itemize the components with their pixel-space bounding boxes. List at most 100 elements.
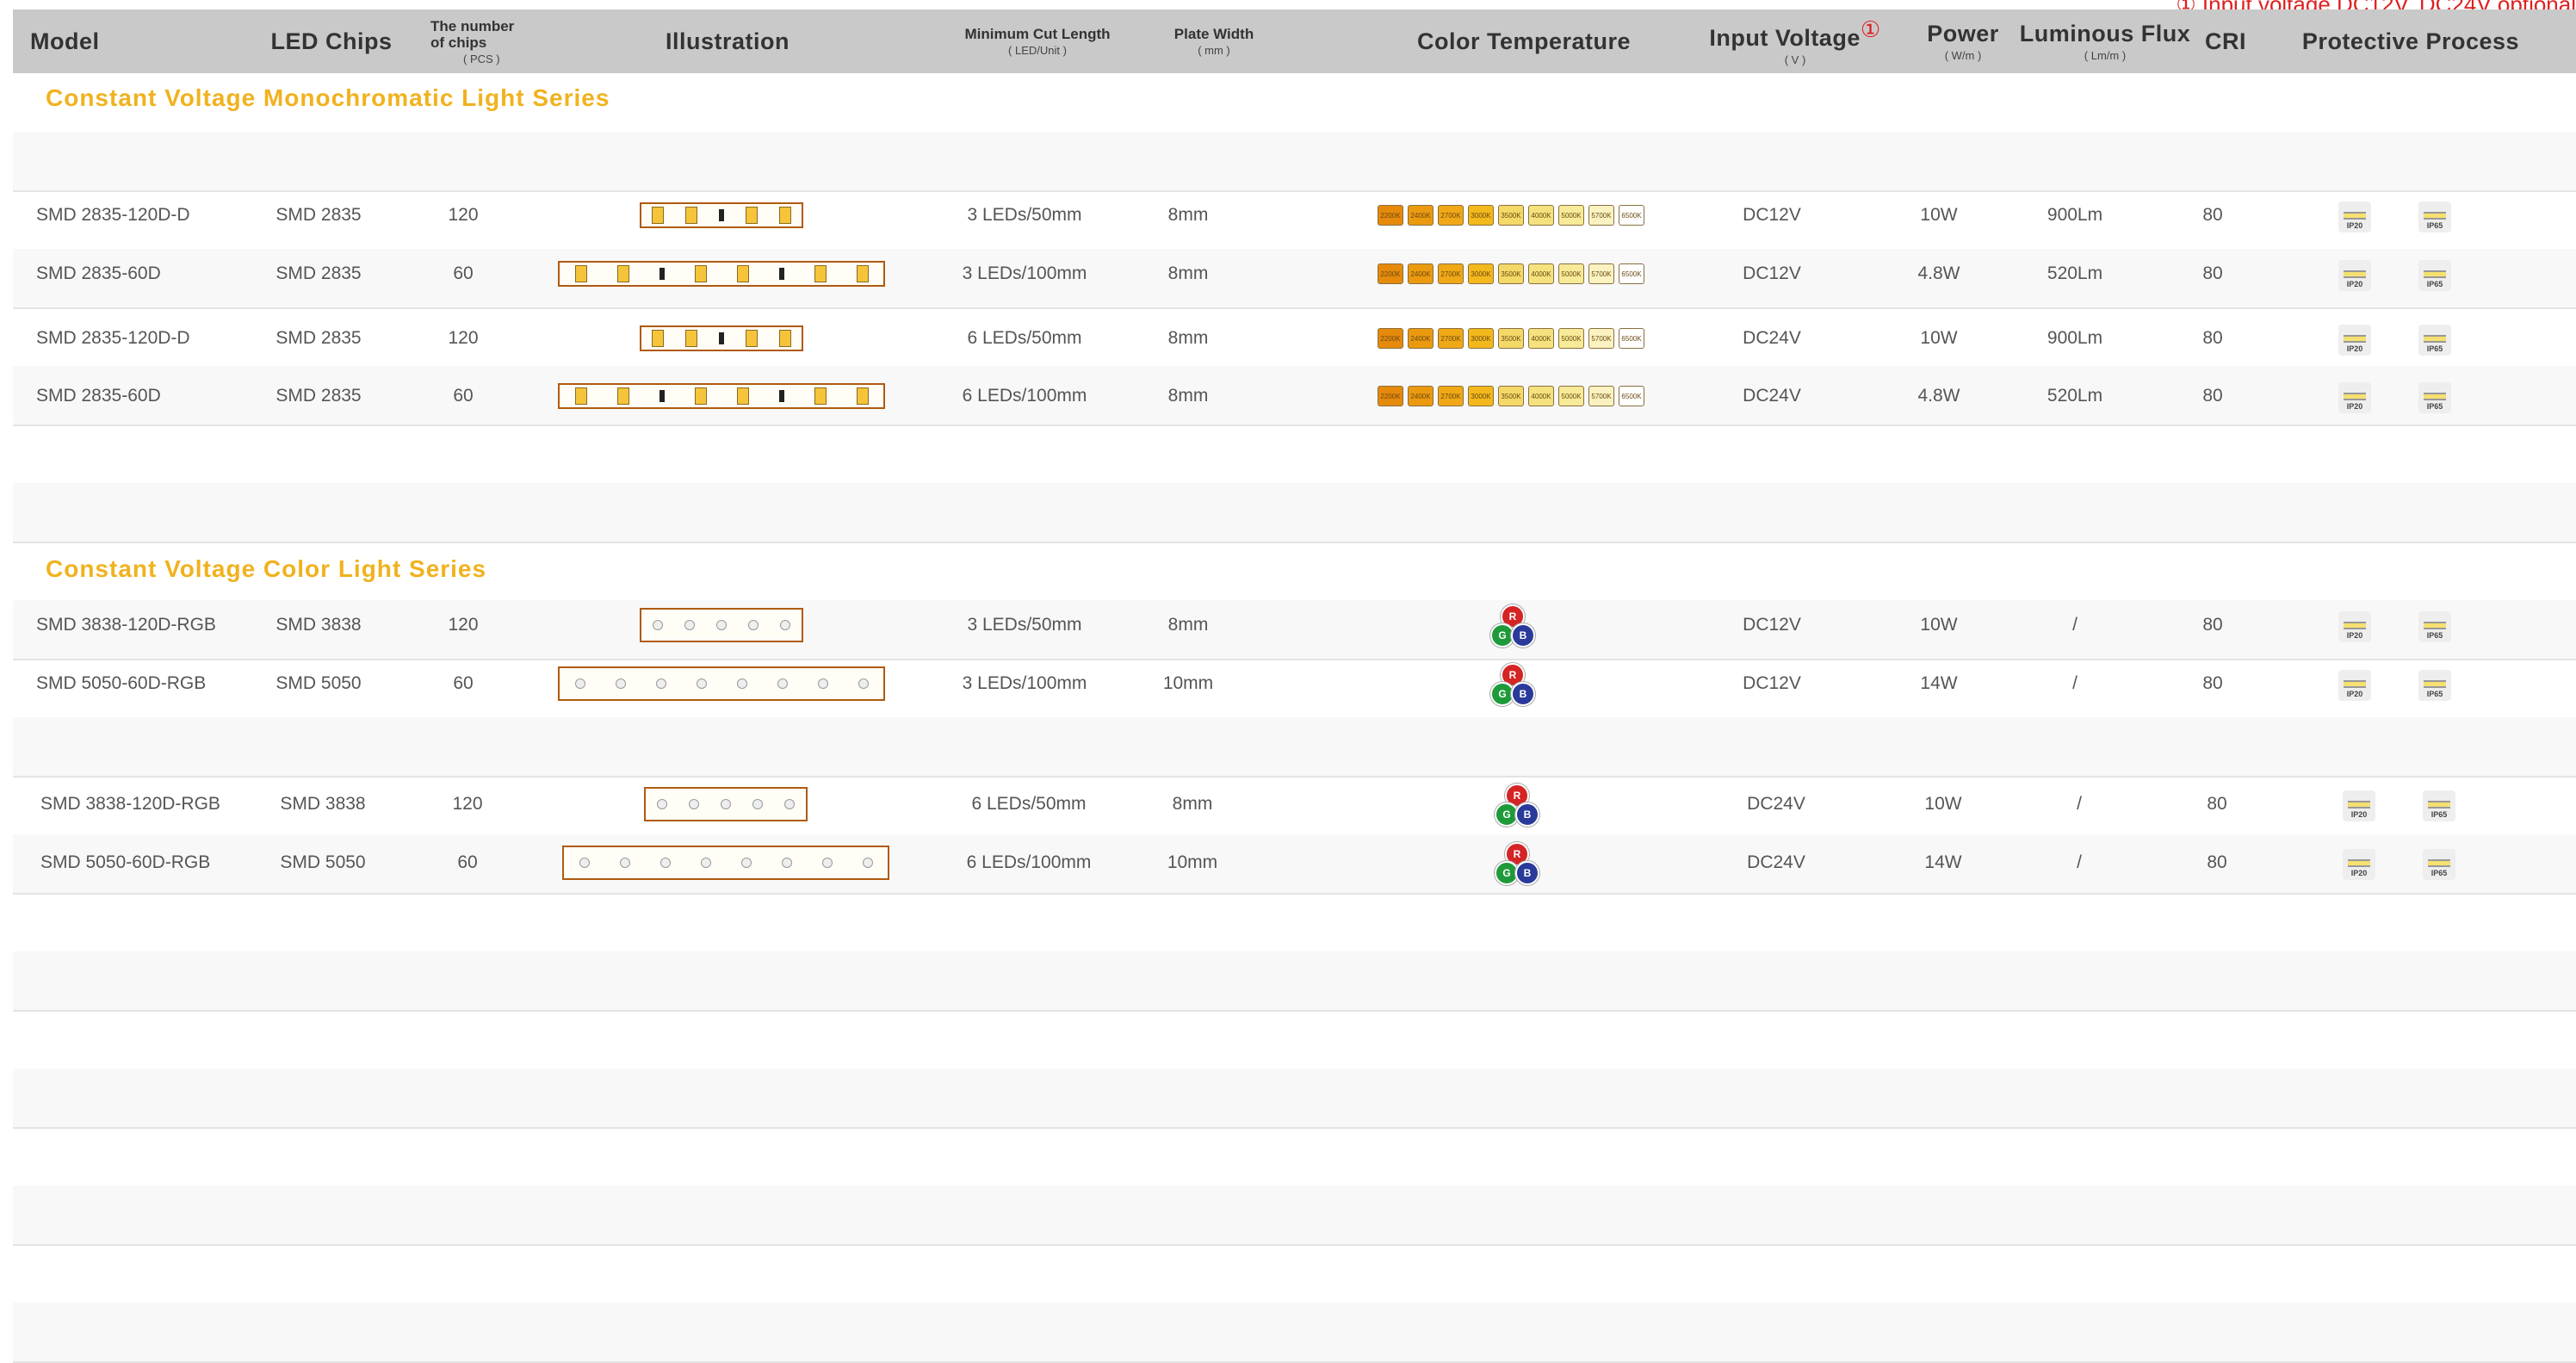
header-color-temperature-label: Color Temperature: [1416, 28, 1632, 54]
table-band: [13, 190, 2576, 251]
led-chip: [574, 387, 587, 405]
input-voltage-cell: DC24V: [1747, 852, 1805, 872]
rgb-led-chip: [862, 858, 873, 868]
color-temp-swatch: 3000K: [1468, 263, 1494, 284]
rgb-led-chip: [579, 858, 590, 868]
color-temp-swatch: 2400K: [1408, 386, 1434, 406]
ip-strip-graphic: [2424, 270, 2446, 278]
ip-rating-icon: IP65: [2418, 670, 2451, 701]
model-cell: SMD 3838-120D-RGB: [36, 615, 216, 635]
color-temp-swatch: 2200K: [1378, 328, 1403, 349]
rgb-ball-b: B: [1511, 682, 1535, 706]
model-cell: SMD 2835-60D: [36, 386, 161, 406]
color-temp-swatch: 2200K: [1378, 386, 1403, 406]
rgb-led-chip: [777, 678, 788, 689]
power-cell: 10W: [1920, 328, 1958, 348]
header-illustration-label: Illustration: [665, 28, 790, 54]
ip-rating-icon: IP65: [2423, 849, 2455, 880]
plate-width-cell: 10mm: [1162, 673, 1214, 693]
luminous-flux-cell: 520Lm: [2047, 263, 2103, 283]
ip-rating-icon: IP20: [2338, 260, 2371, 291]
color-temp-swatch: 2400K: [1408, 263, 1434, 284]
color-temperature-swatches: 2200K 2400K 2700K 3000K 3500K 4000K 5000K 5700K…: [1378, 263, 1644, 284]
chip-count-cell: 120: [448, 328, 479, 348]
rgb-led-chip: [684, 620, 695, 630]
header-model: Model: [30, 9, 168, 73]
input-voltage-cell: DC12V: [1743, 205, 1801, 225]
led-strip-illustration: [558, 666, 885, 701]
ip-rating-icon: IP65: [2418, 260, 2451, 291]
ip-rating-label: IP65: [2426, 221, 2443, 230]
ip-rating-label: IP65: [2426, 280, 2443, 288]
led-chip: [685, 330, 698, 347]
cri-cell: 80: [2202, 205, 2223, 225]
input-voltage-cell: DC12V: [1743, 673, 1801, 693]
ip-strip-graphic: [2344, 270, 2366, 278]
header-power-label: Power: [1927, 21, 1999, 46]
ip-rating-icon: IP65: [2418, 201, 2451, 232]
chip-count-cell: 60: [457, 852, 478, 872]
power-cell: 14W: [1924, 852, 1962, 872]
rgb-color-icon: RGB: [1491, 784, 1539, 828]
color-temp-swatch: 4000K: [1528, 205, 1554, 226]
ip-strip-graphic: [2424, 680, 2446, 688]
ip-rating-icon: IP20: [2338, 382, 2371, 413]
cri-cell: 80: [2202, 386, 2223, 406]
color-temp-swatch: 3000K: [1468, 386, 1494, 406]
rgb-color-icon: RGB: [1487, 663, 1535, 708]
header-power-unit: ( W/m ): [1944, 49, 1982, 62]
luminous-flux-cell: /: [2077, 794, 2082, 814]
header-num-chips-unit: ( PCS ): [463, 52, 500, 65]
color-temp-swatch: 5000K: [1558, 328, 1584, 349]
rgb-led-chip: [736, 678, 747, 689]
chip-count-cell: 120: [448, 615, 479, 635]
ip-rating-icon: IP20: [2338, 325, 2371, 356]
luminous-flux-cell: /: [2072, 673, 2078, 693]
table-band: [13, 1010, 2576, 1070]
led-strip-illustration: [640, 608, 803, 642]
rgb-led-chip: [720, 799, 731, 809]
plate-width-cell: 8mm: [1167, 386, 1209, 406]
led-chip: [745, 207, 758, 224]
table-band: [13, 600, 2576, 660]
ip-rating-label: IP65: [2426, 344, 2443, 353]
power-cell: 4.8W: [1917, 386, 1960, 406]
power-cell: 10W: [1920, 205, 1958, 225]
led-chip: [652, 330, 665, 347]
led-chip-cell: SMD 3838: [280, 794, 366, 814]
cut-length-cell: 6 LEDs/100mm: [966, 852, 1092, 872]
led-chip: [694, 387, 707, 405]
ip-rating-icon: IP65: [2418, 325, 2451, 356]
led-chip-cell: SMD 2835: [276, 205, 362, 225]
rgb-led-chip: [574, 678, 585, 689]
color-temp-swatch: 2700K: [1438, 386, 1464, 406]
rgb-led-chip: [740, 858, 752, 868]
ip-strip-graphic: [2344, 622, 2366, 629]
ip-strip-graphic: [2344, 393, 2366, 400]
header-protective-process: Protective Process: [2294, 9, 2527, 73]
power-cell: 14W: [1920, 673, 1958, 693]
input-voltage-mark: ①: [1860, 16, 1881, 42]
table-band: [13, 951, 2576, 1012]
ip-rating-label: IP20: [2350, 869, 2368, 877]
header-luminous-flux: Luminous Flux ( Lm/m ): [2019, 9, 2191, 73]
plate-width-cell: 8mm: [1167, 328, 1209, 348]
led-strip-illustration: [644, 787, 808, 821]
rgb-led-chip: [655, 678, 666, 689]
color-temp-swatch: 2700K: [1438, 328, 1464, 349]
model-cell: SMD 3838-120D-RGB: [40, 794, 220, 814]
table-band: [13, 424, 2576, 485]
spec-sheet-page: ① Input voltage DC12V, DC24V optional Mo…: [0, 0, 2576, 1363]
led-chip-cell: SMD 5050: [276, 673, 362, 693]
plate-width-cell: 8mm: [1167, 263, 1209, 283]
plate-width-cell: 10mm: [1167, 852, 1218, 872]
cri-cell: 80: [2202, 328, 2223, 348]
input-voltage-cell: DC12V: [1743, 263, 1801, 283]
resistor: [778, 268, 784, 280]
color-temp-swatch: 2200K: [1378, 263, 1403, 284]
rgb-led-chip: [656, 799, 667, 809]
rgb-led-chip: [696, 678, 707, 689]
led-chip: [736, 387, 749, 405]
rgb-led-chip: [700, 858, 711, 868]
cri-cell: 80: [2202, 615, 2223, 635]
